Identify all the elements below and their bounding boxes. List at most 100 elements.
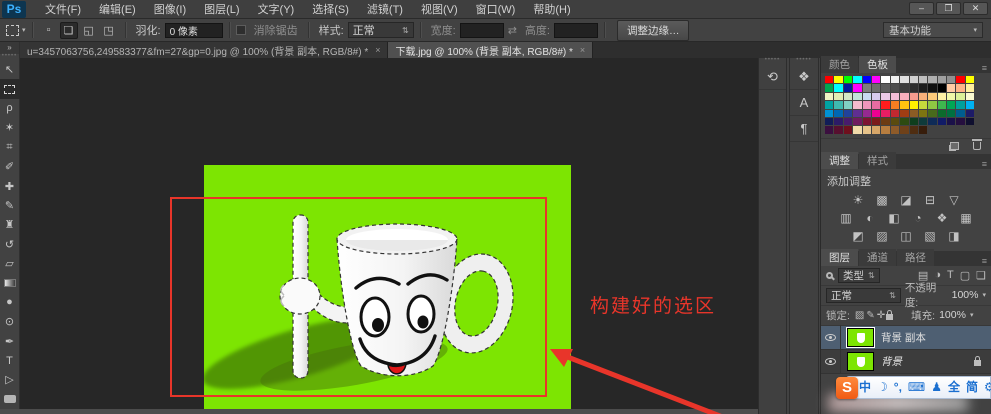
lock-transparency-icon[interactable]: ▨ (855, 310, 864, 321)
color-swatch[interactable] (919, 76, 927, 83)
color-swatch[interactable] (834, 101, 842, 108)
color-swatch[interactable] (910, 84, 918, 91)
color-swatch[interactable] (825, 118, 833, 125)
lock-move-icon[interactable]: ✛ (877, 310, 885, 321)
color-swatch[interactable] (844, 84, 852, 91)
color-swatch[interactable] (891, 110, 899, 117)
color-swatch[interactable] (834, 110, 842, 117)
color-swatch[interactable] (863, 93, 871, 100)
ime-settings-icon[interactable]: ⚙ (984, 377, 991, 398)
color-swatch[interactable] (900, 110, 908, 117)
minimize-button[interactable]: – (909, 2, 934, 15)
eraser-tool[interactable]: ▱ (0, 254, 20, 273)
color-lookup-icon[interactable]: ▦ (958, 211, 975, 225)
add-to-selection-icon[interactable]: ❏ (60, 22, 78, 39)
channel-mixer-icon[interactable]: ❖ (934, 211, 951, 225)
layers-tab-路径[interactable]: 路径 (897, 249, 934, 266)
width-input[interactable] (460, 23, 504, 38)
color-swatch[interactable] (872, 110, 880, 117)
color-swatch[interactable] (834, 84, 842, 91)
color-swatch[interactable] (844, 110, 852, 117)
magic-wand-tool[interactable]: ✶ (0, 118, 20, 137)
selective-color-icon[interactable]: ◨ (946, 229, 963, 243)
color-swatch[interactable] (881, 126, 889, 133)
color-swatch[interactable] (900, 84, 908, 91)
color-swatch[interactable] (872, 84, 880, 91)
opacity-value[interactable]: 100% (952, 289, 979, 301)
menu-item-6[interactable]: 滤镜(T) (358, 0, 412, 19)
color-swatch[interactable] (947, 76, 955, 83)
color-swatch[interactable] (919, 84, 927, 91)
curves-icon[interactable]: ◪ (898, 193, 915, 207)
subtract-from-selection-icon[interactable]: ◱ (80, 22, 98, 39)
color-swatch[interactable] (825, 93, 833, 100)
color-swatch[interactable] (928, 110, 936, 117)
color-swatch[interactable] (910, 126, 918, 133)
color-swatch[interactable] (881, 101, 889, 108)
color-swatch[interactable] (910, 93, 918, 100)
restore-button[interactable]: ❐ (936, 2, 961, 15)
ime-punctuation-icon[interactable]: °, (894, 377, 902, 398)
clone-stamp-tool[interactable]: ♜ (0, 215, 20, 234)
color-swatch[interactable] (844, 76, 852, 83)
menu-item-8[interactable]: 窗口(W) (467, 0, 525, 19)
color-swatch[interactable] (891, 93, 899, 100)
document-tab-0[interactable]: u=3457063756,249583377&fm=27&gp=0.jpg @ … (20, 42, 388, 58)
color-swatch[interactable] (919, 126, 927, 133)
visibility-cell[interactable] (821, 325, 841, 349)
adjustments-tab-样式[interactable]: 样式 (859, 152, 896, 169)
color-swatch[interactable] (928, 76, 936, 83)
color-swatch[interactable] (910, 110, 918, 117)
ime-user-icon[interactable]: ♟ (931, 377, 942, 398)
color-swatch[interactable] (928, 84, 936, 91)
lock-paint-icon[interactable]: ✎ (866, 310, 874, 321)
color-swatch[interactable] (900, 101, 908, 108)
layer-thumbnail[interactable] (847, 328, 874, 347)
panel-menu-icon[interactable]: ≡ (982, 159, 991, 169)
new-selection-icon[interactable]: ▫ (40, 22, 58, 39)
height-input[interactable] (554, 23, 598, 38)
lasso-tool[interactable]: ρ (0, 99, 20, 118)
blur-tool[interactable]: ● (0, 293, 20, 312)
chevron-down-icon[interactable]: ▾ (982, 291, 986, 299)
exposure-icon[interactable]: ⊟ (922, 193, 939, 207)
layer-row[interactable]: 背景 (821, 350, 991, 374)
properties-panel-icon[interactable]: ❖ (790, 64, 818, 90)
color-swatch[interactable] (966, 76, 974, 83)
color-swatch[interactable] (863, 118, 871, 125)
color-swatch[interactable] (853, 93, 861, 100)
color-swatch[interactable] (834, 76, 842, 83)
filter-type-dropdown[interactable]: 类型 ⇅ (838, 268, 880, 283)
ime-chinese-mode[interactable]: 中 (859, 377, 871, 398)
color-swatch[interactable] (844, 118, 852, 125)
tool-preset-picker[interactable]: ▾ (6, 25, 26, 36)
color-swatch[interactable] (891, 76, 899, 83)
refine-edge-button[interactable]: 调整边缘… (617, 20, 690, 41)
color-swatch[interactable] (881, 118, 889, 125)
color-swatch[interactable] (863, 126, 871, 133)
panel-menu-icon[interactable]: ≡ (982, 256, 991, 266)
color-swatch[interactable] (881, 76, 889, 83)
color-swatch[interactable] (853, 76, 861, 83)
color-swatch[interactable] (966, 84, 974, 91)
canvas-area[interactable]: 构建好的选区 (20, 58, 758, 414)
color-swatch[interactable] (919, 93, 927, 100)
color-swatch[interactable] (956, 110, 964, 117)
color-swatch[interactable] (910, 118, 918, 125)
new-swatch-icon[interactable] (950, 142, 959, 150)
filter-smart-object-icon[interactable]: ❏ (976, 269, 986, 282)
color-swatch[interactable] (825, 110, 833, 117)
color-swatch[interactable] (844, 93, 852, 100)
close-tab-icon[interactable]: × (375, 45, 380, 55)
color-swatch[interactable] (834, 118, 842, 125)
color-swatch[interactable] (891, 118, 899, 125)
threshold-icon[interactable]: ◫ (898, 229, 915, 243)
layers-tab-通道[interactable]: 通道 (859, 249, 896, 266)
color-swatch[interactable] (947, 101, 955, 108)
color-swatch[interactable] (834, 126, 842, 133)
ime-simplified-toggle[interactable]: 简 (966, 377, 978, 398)
move-tool[interactable]: ↖ (0, 60, 20, 79)
crop-tool[interactable]: ⌗ (0, 138, 20, 157)
gradient-tool[interactable] (0, 273, 20, 292)
color-swatch[interactable] (928, 118, 936, 125)
